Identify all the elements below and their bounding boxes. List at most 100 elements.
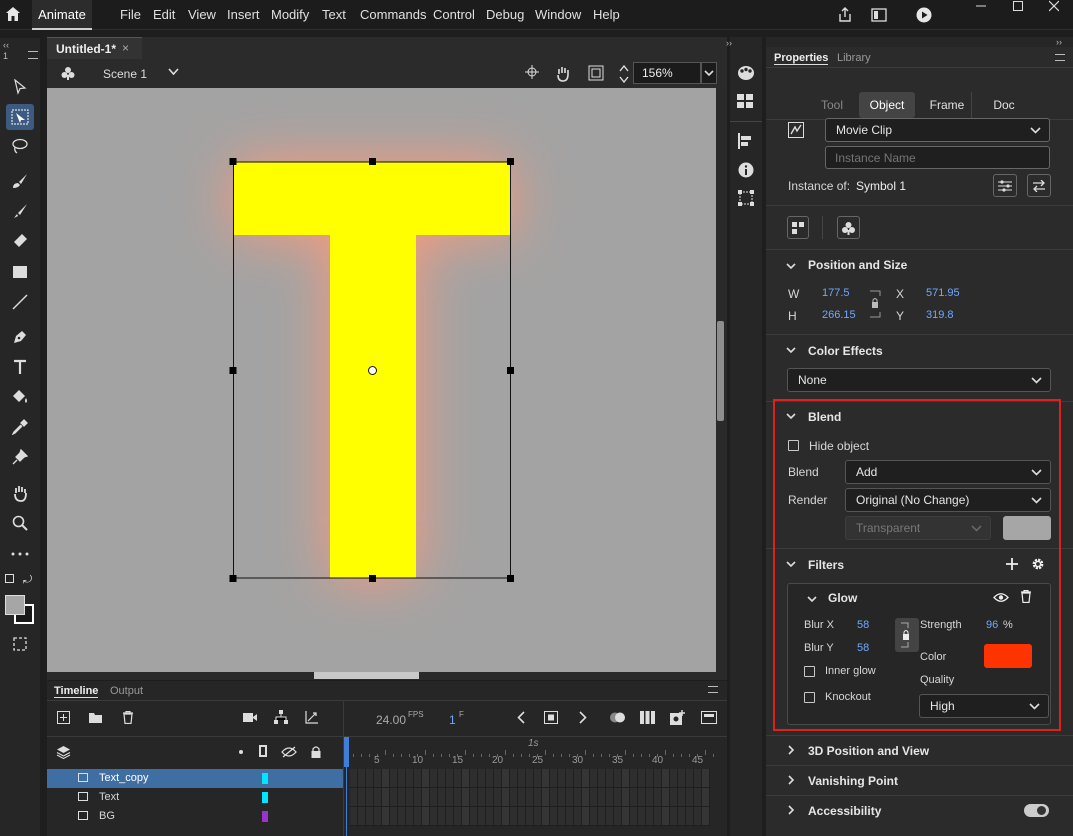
new-folder-icon[interactable] — [88, 711, 103, 724]
frame-cell[interactable] — [462, 788, 470, 807]
panel-menu-icon[interactable] — [1055, 54, 1065, 61]
frame-cell[interactable] — [398, 788, 406, 807]
frame-cell[interactable] — [486, 807, 494, 826]
frame-cell[interactable] — [390, 807, 398, 826]
minimize-icon[interactable] — [976, 0, 986, 12]
inner-glow-checkbox[interactable] — [804, 666, 815, 677]
frame-cell[interactable] — [510, 807, 518, 826]
toggle-filter-visibility-eye-icon[interactable] — [993, 592, 1009, 603]
section-accessibility[interactable]: Accessibility — [808, 804, 881, 818]
tab-properties[interactable]: Properties — [774, 52, 829, 65]
frame-cell[interactable] — [494, 769, 502, 788]
workspace-icon[interactable] — [871, 8, 887, 22]
strength-value[interactable]: 96 — [986, 619, 998, 631]
frame-cell[interactable] — [646, 788, 654, 807]
frame-cell[interactable] — [358, 807, 366, 826]
frame-cell[interactable] — [566, 769, 574, 788]
section-filters[interactable]: Filters — [808, 558, 844, 572]
frame-cell[interactable] — [526, 769, 534, 788]
chevron-right-icon[interactable] — [786, 775, 796, 785]
frame-cell[interactable] — [422, 788, 430, 807]
frame-cell[interactable] — [598, 788, 606, 807]
frame-cell[interactable] — [510, 769, 518, 788]
chevron-right-icon[interactable] — [786, 745, 796, 755]
chevron-down-icon[interactable] — [786, 559, 796, 569]
frame-cell[interactable] — [606, 788, 614, 807]
chevron-down-icon[interactable] — [807, 594, 817, 604]
frame-cell[interactable] — [598, 769, 606, 788]
app-name[interactable]: Animate — [32, 0, 92, 30]
library-panel-icon[interactable] — [737, 94, 753, 108]
frame-cell[interactable] — [382, 769, 390, 788]
stage-horizontal-scrollbar[interactable] — [47, 672, 727, 680]
timeline-menu-icon[interactable] — [708, 686, 718, 693]
instance-name-input[interactable] — [825, 146, 1050, 169]
scene-dropdown-chevron-icon[interactable] — [168, 68, 179, 76]
center-stage-icon[interactable] — [525, 65, 539, 79]
menu-file[interactable]: File — [120, 7, 141, 22]
zoom-input[interactable]: 156% — [633, 62, 701, 84]
frame-cell[interactable] — [430, 769, 438, 788]
frame-cell[interactable] — [574, 769, 582, 788]
frame-cell[interactable] — [382, 788, 390, 807]
tab-tool[interactable]: Tool — [813, 92, 851, 118]
hide-layers-icon[interactable] — [281, 746, 297, 758]
frame-cell[interactable] — [462, 807, 470, 826]
menu-help[interactable]: Help — [593, 7, 620, 22]
edit-scene-icon[interactable] — [61, 66, 75, 80]
zoom-stepper-icon[interactable] — [619, 63, 629, 85]
layer-name[interactable]: BG — [99, 810, 115, 822]
frame-cell[interactable] — [454, 807, 462, 826]
layer-row[interactable]: BG — [47, 807, 343, 826]
frame-cell[interactable] — [486, 788, 494, 807]
lock-layers-icon[interactable] — [310, 745, 322, 758]
menu-commands[interactable]: Commands — [360, 7, 426, 22]
rectangle-tool-icon[interactable] — [9, 261, 31, 283]
layer-color-swatch[interactable] — [262, 792, 268, 803]
assets-icon[interactable] — [737, 65, 755, 81]
frame-cell[interactable] — [454, 788, 462, 807]
play-icon[interactable] — [544, 711, 558, 724]
frame-cell[interactable] — [670, 807, 678, 826]
chevron-down-icon[interactable] — [786, 261, 796, 271]
frame-cell[interactable] — [446, 769, 454, 788]
frame-cell[interactable] — [558, 788, 566, 807]
frame-cell[interactable] — [374, 788, 382, 807]
knockout-checkbox[interactable] — [804, 692, 815, 703]
fps-value[interactable]: 24.00 — [376, 713, 406, 727]
frame-cell[interactable] — [478, 788, 486, 807]
rotate-stage-icon[interactable] — [554, 64, 572, 82]
symbol-type-dropdown[interactable]: Movie Clip — [825, 118, 1050, 142]
frame-cell[interactable] — [542, 769, 550, 788]
frame-cell[interactable] — [358, 788, 366, 807]
frame-cell[interactable] — [390, 788, 398, 807]
eraser-tool-icon[interactable] — [9, 230, 31, 252]
layer-depth-icon[interactable] — [305, 710, 319, 724]
frame-cell[interactable] — [486, 769, 494, 788]
frame-cell[interactable] — [678, 788, 686, 807]
frame-cell[interactable] — [686, 807, 694, 826]
swap-symbol-button[interactable] — [1027, 174, 1051, 197]
frame-cell[interactable] — [470, 807, 478, 826]
timeline-ruler[interactable]: 1s 5 10 15 20 25 30 35 40 45 — [345, 737, 715, 767]
frame-cell[interactable] — [502, 788, 510, 807]
frame-cell[interactable] — [430, 788, 438, 807]
menu-modify[interactable]: Modify — [271, 7, 309, 22]
frame-cell[interactable] — [590, 769, 598, 788]
convert-to-symbol-button[interactable] — [837, 216, 860, 239]
frame-cell[interactable] — [422, 769, 430, 788]
camera-icon[interactable] — [243, 712, 257, 723]
frames-grid[interactable] — [350, 769, 715, 826]
panel-collapse-icon[interactable]: ‹‹ — [3, 40, 9, 50]
current-frame[interactable]: 1 — [449, 713, 456, 727]
frame-cell[interactable] — [654, 807, 662, 826]
frame-cell[interactable] — [574, 807, 582, 826]
zoom-tool-icon[interactable] — [9, 512, 31, 534]
info-panel-icon[interactable] — [738, 162, 754, 178]
hand-tool-icon[interactable] — [9, 482, 31, 504]
frame-cell[interactable] — [366, 769, 374, 788]
frame-cell[interactable] — [414, 788, 422, 807]
previous-frame-icon[interactable] — [517, 711, 525, 724]
menu-edit[interactable]: Edit — [153, 7, 175, 22]
chevron-down-icon[interactable] — [786, 345, 796, 355]
